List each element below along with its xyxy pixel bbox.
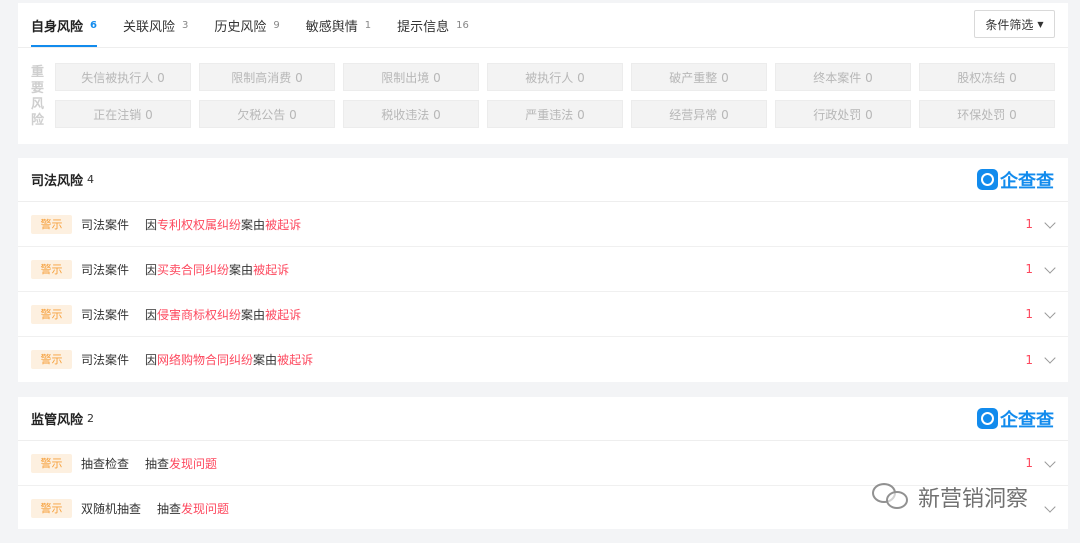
caret-down-icon: ▼ [1037,19,1044,29]
card-count: 2 [87,412,95,425]
risk-cell[interactable]: 正在注销 0 [55,100,191,128]
item-description: 因侵害商标权纠纷案由被起诉 [145,307,302,322]
tab-tips[interactable]: 提示信息 16 [397,3,469,47]
risk-cell[interactable]: 被执行人 0 [487,63,623,91]
card-title: 司法风险 [31,174,84,189]
filter-label: 条件筛选 [985,17,1034,32]
risk-cell[interactable]: 股权冻结 0 [919,63,1055,91]
tab-count: 1 [364,19,372,31]
tab-history-risk[interactable]: 历史风险 9 [214,3,279,47]
card-title: 监管风险 [31,413,84,428]
tab-label: 关联风险 [122,19,175,35]
watermark: 新营销洞察 [872,481,1028,513]
list-item[interactable]: 警示 司法案件 因侵害商标权纠纷案由被起诉 1 [18,292,1068,337]
important-risk-label: 重要风险 [31,65,45,128]
item-count: 1 [1025,217,1033,231]
tab-label: 提示信息 [397,19,450,35]
wechat-icon [872,481,912,513]
item-type: 司法案件 [81,262,130,277]
tab-count: 16 [456,19,469,31]
logo-text: 企查查 [1000,409,1054,431]
warning-tag: 警示 [31,350,72,369]
item-type: 司法案件 [81,307,130,322]
chevron-down-icon[interactable] [1044,217,1056,229]
list-item[interactable]: 警示 司法案件 因网络购物合同纠纷案由被起诉 1 [18,337,1068,382]
chevron-down-icon[interactable] [1044,262,1056,274]
risk-cell[interactable]: 限制出境 0 [343,63,479,91]
item-count: 1 [1025,352,1033,367]
risk-cell[interactable]: 失信被执行人 0 [55,63,191,91]
watermark-text: 新营销洞察 [918,487,1029,512]
item-description: 因网络购物合同纠纷案由被起诉 [145,353,314,367]
item-description: 因买卖合同纠纷案由被起诉 [145,262,290,277]
warning-tag: 警示 [31,304,72,324]
qichacha-logo-icon [977,408,998,429]
tab-label: 敏感舆情 [305,19,358,35]
item-type: 司法案件 [81,353,130,367]
risk-cell[interactable]: 终本案件 0 [775,63,911,91]
risk-overview-grid: 失信被执行人 0 限制高消费 0 限制出境 0 被执行人 0 破产重整 0 终本… [55,63,1055,128]
filter-button[interactable]: 条件筛选 ▼ [974,10,1055,38]
risk-cell[interactable]: 严重违法 0 [487,100,623,128]
card-header: 监管风险 2 企查查 [18,397,1068,441]
chevron-down-icon[interactable] [1044,352,1056,364]
tab-own-risk[interactable]: 自身风险 6 [31,3,97,47]
qichacha-logo: 企查查 [977,168,1054,192]
risk-cell[interactable]: 经营异常 0 [631,100,767,128]
list-item[interactable]: 警示 司法案件 因专利权权属纠纷案由被起诉 1 [18,202,1068,247]
tab-related-risk[interactable]: 关联风险 3 [123,3,188,47]
risk-cell[interactable]: 破产重整 0 [631,63,767,91]
item-description: 抽查发现问题 [145,456,218,471]
qichacha-logo-icon [977,169,998,190]
tab-sensitive-news[interactable]: 敏感舆情 1 [306,3,371,47]
risk-cell[interactable]: 限制高消费 0 [199,63,335,91]
risk-cell[interactable]: 欠税公告 0 [199,100,335,128]
tab-bar: 自身风险 6 关联风险 3 历史风险 9 敏感舆情 1 提示信息 16 [31,3,495,47]
item-type: 司法案件 [81,217,130,232]
item-description: 因专利权权属纠纷案由被起诉 [145,217,302,232]
item-type: 双随机抽查 [81,502,142,516]
tab-label: 自身风险 [31,19,84,35]
item-count: 1 [1025,307,1033,321]
risk-cell[interactable]: 行政处罚 0 [775,100,911,128]
risk-cell[interactable]: 环保处罚 0 [919,100,1055,128]
tab-count: 9 [273,19,280,31]
list-item[interactable]: 警示 抽查检查 抽查发现问题 1 [18,441,1068,486]
qichacha-logo: 企查查 [977,407,1054,431]
risk-cell[interactable]: 税收违法 0 [343,100,479,128]
tab-label: 历史风险 [214,19,267,35]
item-count: 1 [1025,262,1033,276]
tab-count: 6 [90,19,97,31]
risk-tabs-card: 自身风险 6 关联风险 3 历史风险 9 敏感舆情 1 提示信息 16 条件筛选… [18,3,1068,144]
divider [18,47,1068,48]
item-count: 1 [1025,456,1033,470]
card-header: 司法风险 4 企查查 [18,158,1068,202]
item-description: 抽查发现问题 [157,502,230,516]
card-count: 4 [87,173,95,186]
list-item[interactable]: 警示 司法案件 因买卖合同纠纷案由被起诉 1 [18,247,1068,292]
warning-tag: 警示 [31,499,72,518]
tab-count: 3 [182,19,189,31]
chevron-down-icon[interactable] [1044,501,1056,513]
chevron-down-icon[interactable] [1044,456,1056,468]
warning-tag: 警示 [31,453,72,473]
item-type: 抽查检查 [81,456,130,471]
chevron-down-icon[interactable] [1044,307,1056,319]
judicial-risk-card: 司法风险 4 企查查 警示 司法案件 因专利权权属纠纷案由被起诉 1 警示 司法… [18,158,1068,382]
warning-tag: 警示 [31,259,72,279]
warning-tag: 警示 [31,214,72,234]
logo-text: 企查查 [1000,170,1054,192]
